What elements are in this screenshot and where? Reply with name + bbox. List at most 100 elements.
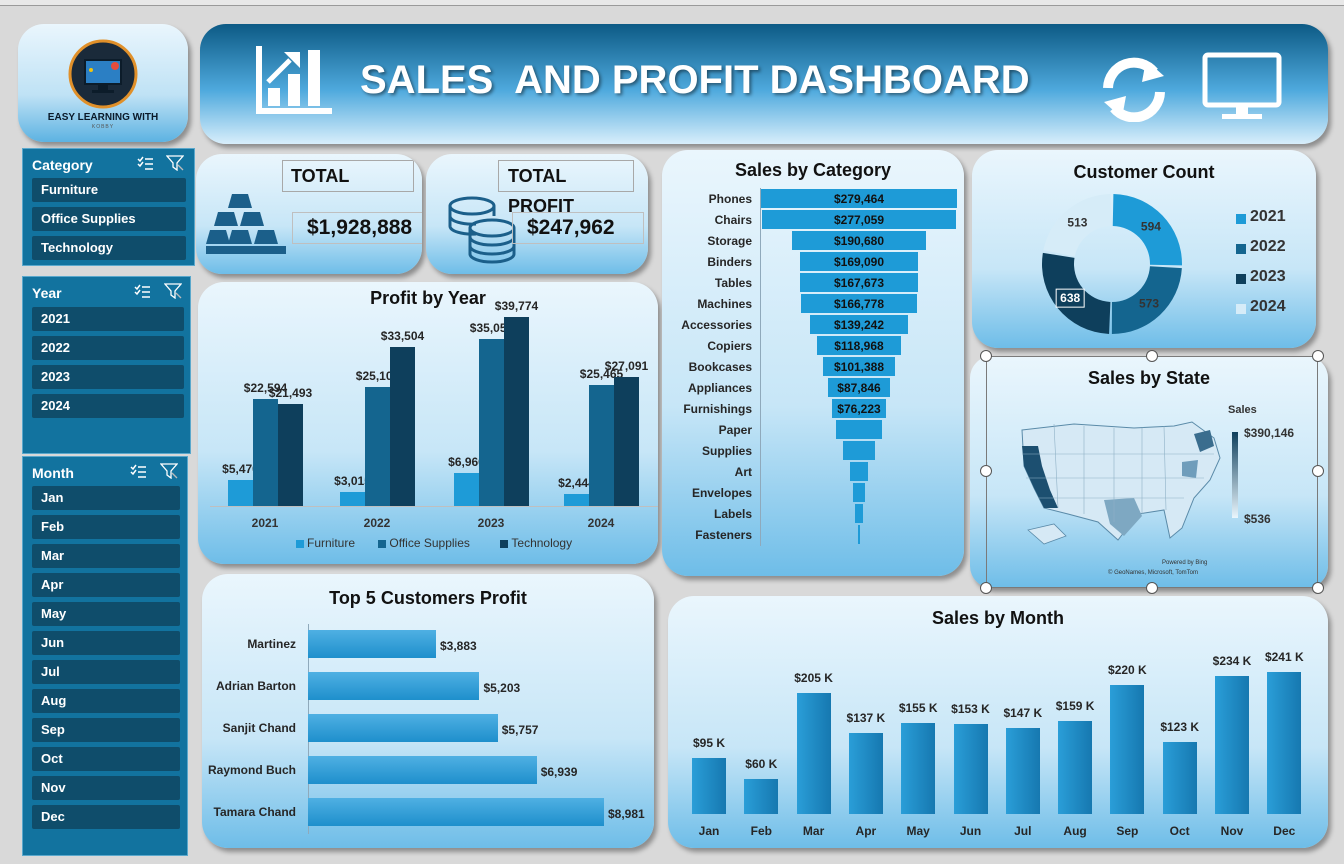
x-tick-label: Mar bbox=[802, 824, 825, 838]
slicer-item-feb[interactable]: Feb bbox=[32, 515, 180, 539]
data-label: $95 K bbox=[692, 736, 726, 751]
data-label: $220 K bbox=[1108, 662, 1147, 677]
bar-aug bbox=[1058, 720, 1093, 814]
slicer-item-2023[interactable]: 2023 bbox=[32, 365, 184, 389]
category-label: Binders bbox=[707, 255, 752, 269]
slicer-item-mar[interactable]: Mar bbox=[32, 544, 180, 568]
slicer-item-nov[interactable]: Nov bbox=[32, 776, 180, 800]
data-label: $277,059 bbox=[833, 213, 885, 227]
data-label: $6,939 bbox=[540, 765, 578, 779]
resize-handle[interactable] bbox=[1146, 582, 1158, 594]
bar-office-supplies-2024 bbox=[589, 385, 614, 506]
multi-select-icon[interactable] bbox=[136, 155, 154, 171]
resize-handle[interactable] bbox=[1146, 350, 1158, 362]
top5-customers-panel: Top 5 Customers Profit Martinez $3,883 Adr… bbox=[202, 574, 654, 848]
slicer-item-apr[interactable]: Apr bbox=[32, 573, 180, 597]
legend-swatch bbox=[296, 540, 304, 548]
kpi-total-value: $1,928,888 bbox=[292, 212, 422, 244]
data-label: $8,981 bbox=[608, 807, 645, 821]
bar-furniture-2021 bbox=[228, 480, 253, 506]
slicer-item-oct[interactable]: Oct bbox=[32, 747, 180, 771]
donut-data-label: 513 bbox=[1067, 216, 1087, 230]
data-label: $87,846 bbox=[837, 381, 881, 395]
bar-martinez bbox=[308, 630, 436, 658]
month-slicer: Month Jan Feb Mar Apr May Jun Jul Aug Sep Oct Nov D… bbox=[22, 456, 188, 856]
funnel-bar-labels bbox=[854, 504, 864, 523]
slicer-item-jul[interactable]: Jul bbox=[32, 660, 180, 684]
sales-by-category-panel: Sales by Category Phones $279,464 Chairs $2… bbox=[662, 150, 964, 576]
legend-label: Technology bbox=[511, 536, 573, 550]
data-label: $205 K bbox=[794, 671, 833, 686]
slicer-item-jan[interactable]: Jan bbox=[32, 486, 180, 510]
category-label: Supplies bbox=[701, 444, 752, 458]
data-label: $101,388 bbox=[833, 360, 885, 374]
legend-label: Office Supplies bbox=[389, 536, 470, 550]
slicer-item-furniture[interactable]: Furniture bbox=[32, 178, 186, 202]
data-label: $139,242 bbox=[833, 318, 885, 332]
multi-select-icon[interactable] bbox=[133, 283, 151, 299]
data-label: $169,090 bbox=[833, 255, 885, 269]
monitor-icon bbox=[1202, 52, 1282, 122]
data-label: $147 K bbox=[1003, 705, 1043, 720]
slicer-item-office-supplies[interactable]: Office Supplies bbox=[32, 207, 186, 231]
slicer-item-2022[interactable]: 2022 bbox=[32, 336, 184, 360]
data-label: $123 K bbox=[1160, 719, 1200, 734]
resize-handle[interactable] bbox=[980, 465, 992, 477]
donut-data-label: 638 bbox=[1060, 291, 1080, 305]
slicer-item-jun[interactable]: Jun bbox=[32, 631, 180, 655]
clear-filter-icon[interactable] bbox=[163, 283, 183, 300]
multi-select-icon[interactable] bbox=[129, 463, 147, 479]
category-label: Accessories bbox=[681, 318, 752, 332]
logo-text: EASY LEARNING WITH bbox=[47, 112, 159, 123]
resize-handle[interactable] bbox=[980, 350, 992, 362]
resize-handle[interactable] bbox=[1312, 465, 1324, 477]
bar-feb bbox=[744, 778, 779, 814]
slicer-item-sep[interactable]: Sep bbox=[32, 718, 180, 742]
refresh-icon[interactable] bbox=[1098, 56, 1170, 123]
customer-label: Tamara Chand bbox=[213, 805, 296, 819]
bar-furniture-2024 bbox=[564, 494, 589, 506]
data-label: $241 K bbox=[1264, 650, 1304, 665]
category-label: Tables bbox=[714, 276, 752, 290]
legend-swatch bbox=[1236, 304, 1246, 314]
category-slicer: Category Furniture Office Supplies Techn… bbox=[22, 148, 195, 266]
data-label: $5,203 bbox=[483, 681, 521, 695]
category-label: Chairs bbox=[714, 213, 752, 227]
resize-handle[interactable] bbox=[1312, 350, 1324, 362]
slicer-item-2024[interactable]: 2024 bbox=[32, 394, 184, 418]
data-label: $166,778 bbox=[833, 297, 885, 311]
x-tick-label: 2023 bbox=[477, 516, 505, 530]
slicer-item-dec[interactable]: Dec bbox=[32, 805, 180, 829]
legend-label: 2023 bbox=[1250, 268, 1286, 285]
category-label: Copiers bbox=[707, 339, 752, 353]
legend-label: 2024 bbox=[1250, 298, 1286, 315]
clear-filter-icon[interactable] bbox=[159, 463, 179, 480]
x-tick-label: Aug bbox=[1063, 824, 1087, 838]
data-label: $190,680 bbox=[833, 234, 885, 248]
bar-office-supplies-2021 bbox=[253, 398, 278, 506]
data-label: $279,464 bbox=[833, 192, 885, 206]
bar-raymond-buch bbox=[308, 756, 537, 784]
data-label: $39,774 bbox=[494, 299, 539, 314]
resize-handle[interactable] bbox=[980, 582, 992, 594]
slicer-item-aug[interactable]: Aug bbox=[32, 689, 180, 713]
slicer-item-may[interactable]: May bbox=[32, 602, 180, 626]
bar-mar bbox=[796, 693, 831, 814]
slicer-item-technology[interactable]: Technology bbox=[32, 236, 186, 260]
slicer-item-2021[interactable]: 2021 bbox=[32, 307, 184, 331]
bar-office-supplies-2023 bbox=[479, 339, 504, 506]
kpi-profit-label: TOTAL PROFIT bbox=[498, 160, 634, 216]
bar-office-supplies-2022 bbox=[365, 386, 390, 506]
funnel-axis-line bbox=[760, 188, 761, 546]
bar-sep bbox=[1110, 684, 1145, 814]
legend-label: 2022 bbox=[1250, 238, 1286, 255]
funnel-bar-supplies bbox=[843, 441, 875, 460]
clear-filter-icon[interactable] bbox=[165, 155, 185, 172]
resize-handle[interactable] bbox=[1312, 582, 1324, 594]
funnel-bar-envelopes bbox=[853, 483, 865, 502]
bar-technology-2022 bbox=[390, 346, 415, 506]
x-tick-label: 2024 bbox=[587, 516, 615, 530]
data-label: $76,223 bbox=[837, 402, 881, 416]
category-label: Bookcases bbox=[688, 360, 752, 374]
category-label: Paper bbox=[718, 423, 752, 437]
